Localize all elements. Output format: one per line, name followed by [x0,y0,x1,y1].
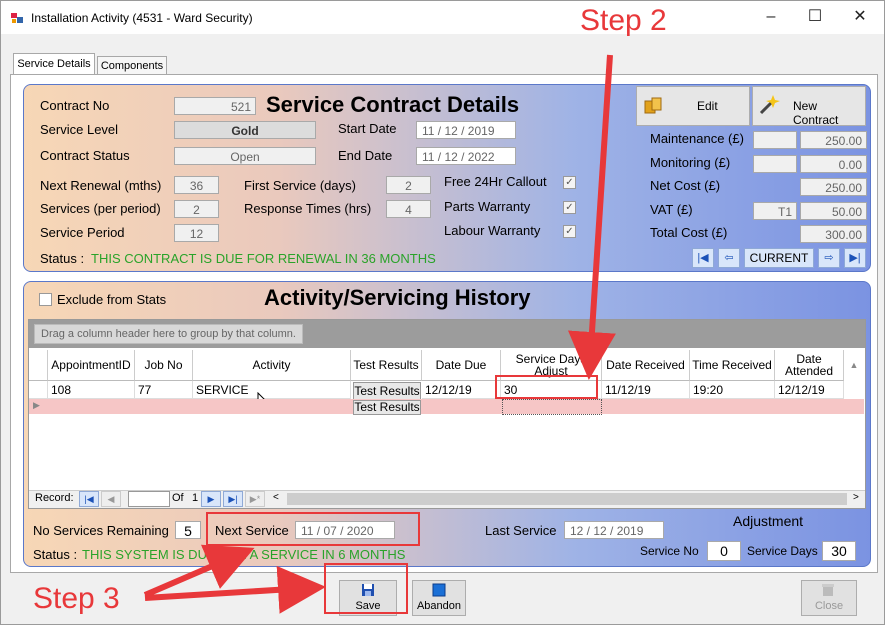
step-2-arrow [568,54,616,380]
step-3-arrow-to-next-service [143,544,255,598]
annotation-arrows [143,54,616,614]
step-3-arrow-to-save [144,565,326,614]
